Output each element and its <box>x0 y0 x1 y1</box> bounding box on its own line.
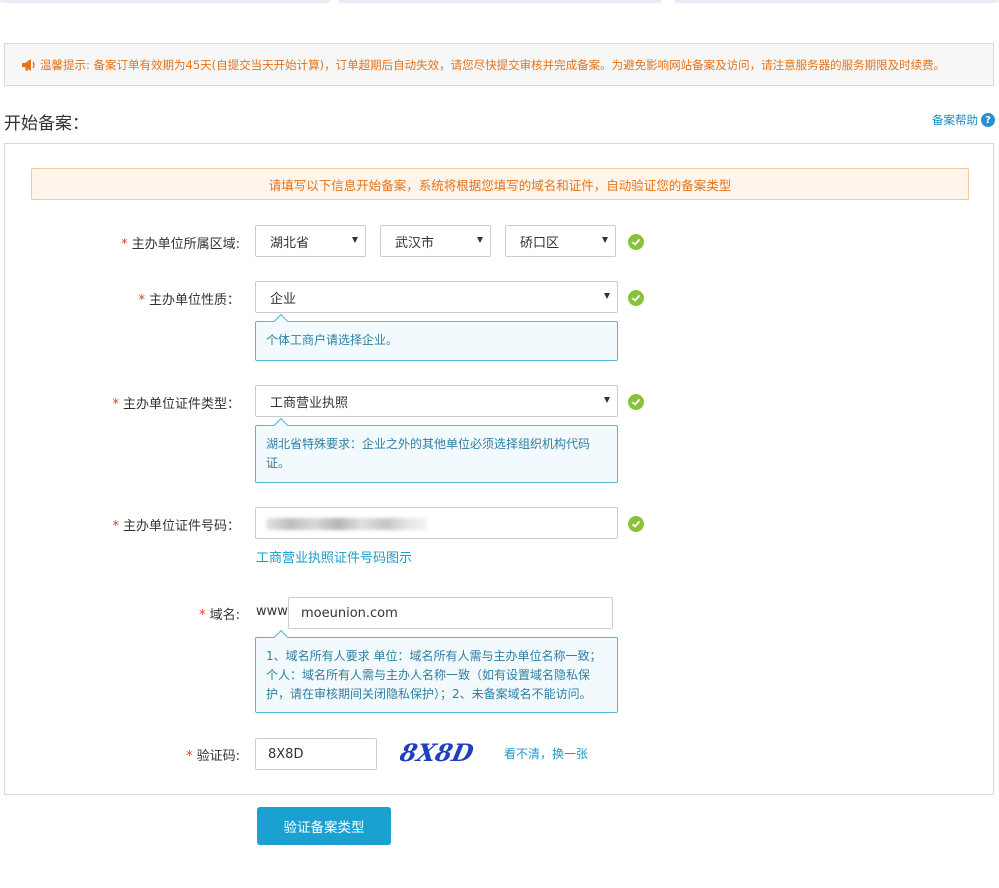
chevron-down-icon <box>604 397 610 403</box>
info-banner: 请填写以下信息开始备案，系统将根据您填写的域名和证件，自动验证您的备案类型 <box>31 168 969 200</box>
captcha-input[interactable]: 8X8D <box>255 738 377 770</box>
district-value: 硚口区 <box>520 235 560 251</box>
district-select[interactable]: 硚口区 <box>505 225 616 257</box>
city-value: 武汉市 <box>395 235 435 251</box>
chevron-down-icon <box>602 237 608 243</box>
required-mark: * <box>199 608 206 623</box>
captcha-image[interactable]: 8X8D <box>400 736 484 770</box>
page-title: 开始备案： <box>4 114 89 134</box>
cert-type-value: 工商营业执照 <box>270 395 349 411</box>
notice-text: 温馨提示: 备案订单有效期为45天(自提交当天开始计算)，订单超期后自动失效，请… <box>40 57 946 72</box>
check-circle-icon <box>628 516 644 532</box>
required-mark: * <box>121 237 128 252</box>
chevron-down-icon <box>604 293 610 299</box>
unit-nature-label: * 主办单位性质： <box>138 293 240 308</box>
cert-number-input[interactable] <box>255 507 618 539</box>
cert-type-label: * 主办单位证件类型： <box>112 397 240 412</box>
redacted-value <box>266 518 426 530</box>
required-mark: * <box>112 397 119 412</box>
check-circle-icon <box>628 290 644 306</box>
province-value: 湖北省 <box>270 235 310 251</box>
required-mark: * <box>186 749 193 764</box>
cert-number-example-link[interactable]: 工商营业执照证件号码图示 <box>256 547 412 566</box>
domain-input[interactable]: moeunion.com <box>288 597 613 629</box>
captcha-value: 8X8D <box>268 746 304 762</box>
help-link-label: 备案帮助 <box>932 113 978 127</box>
info-banner-text: 请填写以下信息开始备案，系统将根据您填写的域名和证件，自动验证您的备案类型 <box>268 177 732 193</box>
cert-number-label: * 主办单位证件号码： <box>112 519 240 534</box>
region-label: * 主办单位所属区域: <box>121 237 240 252</box>
unit-nature-select[interactable]: 企业 <box>255 281 618 313</box>
verify-filing-type-button[interactable]: 验证备案类型 <box>257 807 391 845</box>
captcha-image-text: 8X8D <box>400 738 476 767</box>
city-select[interactable]: 武汉市 <box>380 225 491 257</box>
unit-nature-value: 企业 <box>270 291 297 307</box>
filing-help-link[interactable]: 备案帮助 ? <box>932 112 995 128</box>
province-select[interactable]: 湖北省 <box>255 225 366 257</box>
chevron-down-icon <box>352 237 358 243</box>
chevron-down-icon <box>477 237 483 243</box>
check-circle-icon <box>628 234 644 250</box>
megaphone-icon <box>22 58 35 71</box>
domain-label: * 域名: <box>199 608 240 623</box>
domain-prefix: www. <box>256 604 291 619</box>
help-icon: ? <box>981 113 995 127</box>
captcha-label: * 验证码: <box>186 749 240 764</box>
check-circle-icon <box>628 394 644 410</box>
expiry-notice: 温馨提示: 备案订单有效期为45天(自提交当天开始计算)，订单超期后自动失效，请… <box>4 43 994 86</box>
captcha-refresh-link[interactable]: 看不清，换一张 <box>504 745 588 762</box>
top-decoration <box>0 0 999 4</box>
domain-value: moeunion.com <box>301 605 398 621</box>
required-mark: * <box>138 293 145 308</box>
cert-type-tip: 湖北省特殊要求：企业之外的其他单位必须选择组织机构代码证。 <box>255 425 618 483</box>
cert-type-select[interactable]: 工商营业执照 <box>255 385 618 417</box>
required-mark: * <box>112 519 119 534</box>
domain-tip: 1、域名所有人要求 单位：域名所有人需与主办单位名称一致；个人：域名所有人需与主… <box>255 637 618 713</box>
unit-nature-tip: 个体工商户请选择企业。 <box>255 321 618 361</box>
